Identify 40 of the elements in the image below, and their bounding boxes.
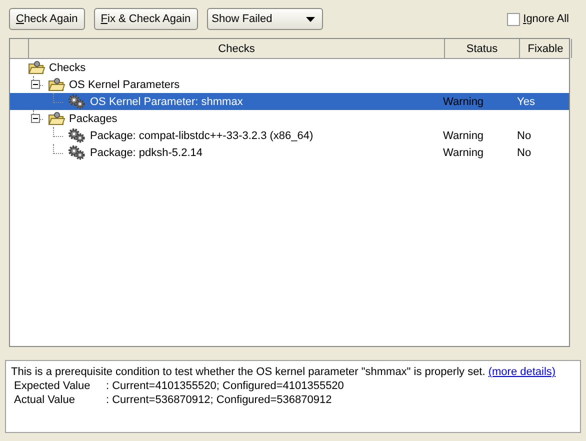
fixable-cell-text: Yes: [517, 96, 536, 108]
gears-icon: [68, 128, 86, 143]
folder-icon: [48, 111, 65, 126]
tree-row[interactable]: Packages: [10, 110, 569, 127]
tree-label: OS Kernel Parameters: [69, 78, 180, 90]
value-text: : Current=536870912; Configured=536870912: [106, 393, 332, 407]
toolbar-button[interactable]: Check Again: [9, 8, 85, 30]
folder-icon: [28, 60, 45, 75]
folder-icon: [48, 77, 65, 92]
gears-icon: [68, 145, 86, 160]
gears-icon: [68, 94, 86, 109]
status-cell-text: Warning: [443, 146, 485, 158]
ignore-all-checkbox[interactable]: Ignore All: [507, 12, 569, 26]
tree-label: Package: compat-libstdc++-33-3.2.3 (x86_64): [90, 130, 314, 142]
collapse-icon[interactable]: [31, 114, 40, 123]
caret-icon: [306, 16, 315, 22]
tree-label: Packages: [69, 112, 118, 124]
toolbar-button[interactable]: Fix & Check Again: [94, 8, 198, 30]
status-cell-text: Warning: [443, 96, 485, 108]
tree-row[interactable]: Package: compat-libstdc++-33-3.2.3 (x86_64) Warning No: [10, 127, 569, 144]
tree-row[interactable]: Package: pdksh-5.2.14 Warning No: [10, 144, 569, 161]
fixable-cell-text: No: [517, 146, 532, 158]
tree-label: Checks: [49, 62, 86, 74]
column-header[interactable]: Status: [445, 39, 520, 58]
value-label: Expected Value: [14, 379, 92, 393]
description-text: This is a prerequisite condition to test whether the OS kernel parameter "shmmax" is properly set. (more details): [11, 365, 557, 379]
column-header[interactable]: Checks: [29, 39, 445, 58]
tree-row[interactable]: OS Kernel Parameters: [10, 76, 569, 93]
value-label: Actual Value: [14, 393, 76, 407]
column-header[interactable]: Fixable: [520, 39, 572, 58]
fixable-cell-text: No: [517, 130, 532, 142]
tree-label: Package: pdksh-5.2.14: [90, 146, 203, 158]
tree-row[interactable]: Checks: [10, 59, 569, 76]
tree-row[interactable]: OS Kernel Parameter: shmmax Warning Yes: [10, 93, 569, 110]
filter-dropdown[interactable]: Show Failed: [206, 8, 323, 30]
collapse-icon[interactable]: [31, 80, 40, 89]
status-cell-text: Warning: [443, 130, 485, 142]
more-details-link[interactable]: (more details): [488, 366, 556, 378]
tree-label: OS Kernel Parameter: shmmax: [90, 96, 243, 108]
value-text: : Current=4101355520; Configured=4101355520: [106, 379, 344, 393]
